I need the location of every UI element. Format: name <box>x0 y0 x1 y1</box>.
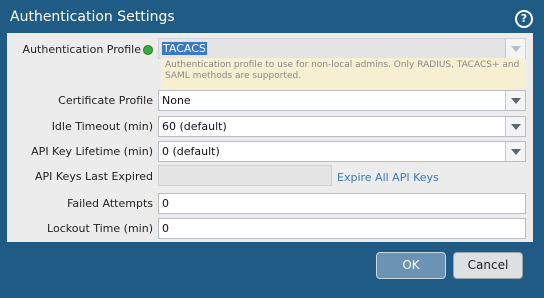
auth-profile-dropdown-button[interactable] <box>505 39 525 58</box>
dialog-titlebar[interactable]: Authentication Settings ? <box>0 0 544 33</box>
lockout-time-label: Lockout Time (min) <box>47 222 153 235</box>
chevron-down-icon <box>511 46 521 52</box>
dialog-title: Authentication Settings <box>10 9 175 25</box>
chevron-down-icon <box>511 124 521 130</box>
failed-attempts-label: Failed Attempts <box>67 197 153 210</box>
certificate-profile-value: None <box>162 94 191 107</box>
expire-all-api-keys-link[interactable]: Expire All API Keys <box>337 171 439 184</box>
chevron-down-icon <box>511 98 521 104</box>
idle-timeout-select[interactable]: 60 (default) <box>158 116 526 137</box>
api-keys-last-expired-field <box>158 165 332 186</box>
api-keys-last-expired-label: API Keys Last Expired <box>34 170 153 183</box>
idle-timeout-value: 60 (default) <box>162 120 227 133</box>
gear-icon <box>143 45 153 55</box>
api-key-lifetime-value: 0 (default) <box>162 145 220 158</box>
auth-profile-label-text: Authentication Profile <box>22 43 141 56</box>
idle-timeout-dropdown-button[interactable] <box>505 117 525 136</box>
chevron-down-icon <box>511 149 521 155</box>
api-key-lifetime-label: API Key Lifetime (min) <box>31 145 153 158</box>
authentication-settings-dialog: Authentication Settings ? Authentication… <box>0 0 544 298</box>
certificate-profile-label: Certificate Profile <box>58 94 153 107</box>
cancel-button[interactable]: Cancel <box>453 252 523 279</box>
lockout-time-value: 0 <box>162 222 169 235</box>
failed-attempts-input[interactable]: 0 <box>158 193 526 214</box>
certificate-profile-select[interactable]: None <box>158 90 526 111</box>
failed-attempts-value: 0 <box>162 197 169 210</box>
api-key-lifetime-dropdown-button[interactable] <box>505 142 525 161</box>
settings-panel: Authentication Profile TACACS Authentica… <box>7 33 533 242</box>
help-icon[interactable]: ? <box>515 10 533 28</box>
idle-timeout-label: Idle Timeout (min) <box>51 120 153 133</box>
ok-button[interactable]: OK <box>376 252 446 279</box>
api-key-lifetime-select[interactable]: 0 (default) <box>158 141 526 162</box>
certificate-profile-dropdown-button[interactable] <box>505 91 525 110</box>
auth-profile-hint: Authentication profile to use for non-lo… <box>161 58 525 89</box>
lockout-time-input[interactable]: 0 <box>158 218 526 239</box>
auth-profile-label: Authentication Profile <box>0 43 153 56</box>
auth-profile-value: TACACS <box>162 42 207 55</box>
auth-profile-select[interactable]: TACACS <box>158 38 526 59</box>
